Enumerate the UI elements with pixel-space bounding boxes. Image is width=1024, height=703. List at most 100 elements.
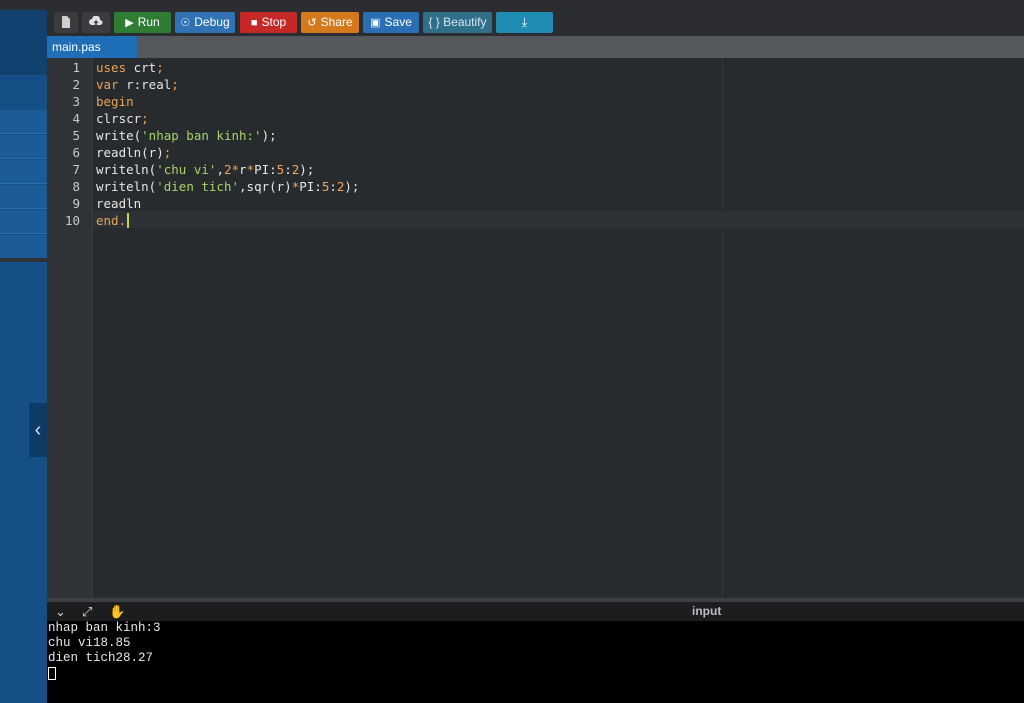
console-line: nhap ban kinh:3: [48, 621, 161, 635]
code-token: ;: [171, 77, 179, 92]
chevron-left-icon: ‹: [34, 419, 42, 441]
code-line[interactable]: uses crt;: [96, 59, 164, 76]
run-button[interactable]: ▶ Run: [114, 12, 171, 33]
sidebar-header: [0, 10, 47, 75]
beautify-button[interactable]: { } Beautify: [423, 12, 492, 33]
code-token: ;: [156, 60, 164, 75]
code-token: var: [96, 77, 119, 92]
code-token: *: [246, 162, 255, 177]
line-number: 10: [64, 213, 80, 228]
output-console[interactable]: nhap ban kinh:3 chu vi18.85 dien tich28.27: [47, 621, 1024, 703]
line-number: 5: [72, 128, 80, 143]
code-line[interactable]: writeln('chu vi',2*r*PI:5:2);: [96, 161, 314, 178]
code-token: writeln(: [96, 162, 157, 177]
code-token: 'dien tich': [156, 179, 240, 194]
toolbar: ▶ Run ☉ Debug ■ Stop ↺ Share ▣ Save { } Beaut…: [47, 10, 1024, 36]
hand-icon[interactable]: ✋: [109, 603, 125, 620]
code-token: readln: [96, 196, 142, 211]
code-token: r: [239, 162, 247, 177]
code-line[interactable]: clrscr;: [96, 110, 149, 127]
code-token: writeln(: [96, 179, 157, 194]
code-token: ;: [141, 111, 149, 126]
upload-icon: [89, 15, 103, 26]
code-token: ,sqr(r): [239, 179, 292, 194]
code-token: :: [329, 179, 337, 194]
chevron-down-icon[interactable]: ⌄: [55, 603, 66, 620]
code-token: begin: [96, 94, 134, 109]
code-token: );: [261, 128, 277, 143]
code-line[interactable]: end.: [96, 212, 130, 229]
input-label: input: [692, 604, 722, 618]
code-line[interactable]: readln: [96, 195, 141, 212]
code-line[interactable]: writeln('dien tich',sqr(r)*PI:5:2);: [96, 178, 359, 195]
sidebar: [0, 10, 47, 703]
code-token: readln(r): [96, 145, 164, 160]
sidebar-item[interactable]: [0, 160, 47, 184]
upload-button[interactable]: [82, 12, 110, 33]
code-token: write(: [96, 128, 142, 143]
sidebar-divider: [0, 258, 47, 262]
code-token: clrscr: [96, 111, 142, 126]
console-line: dien tich28.27: [48, 651, 154, 665]
tab-bar: main.pas: [47, 36, 1024, 58]
line-number: 6: [72, 145, 80, 160]
code-token: .: [118, 213, 127, 228]
code-token: uses: [96, 60, 127, 75]
code-line[interactable]: write('nhap ban kinh:');: [96, 127, 277, 144]
sidebar-item[interactable]: [0, 185, 47, 209]
stop-button[interactable]: ■ Stop: [240, 12, 297, 33]
debug-button[interactable]: ☉ Debug: [175, 12, 235, 33]
code-token: r:real: [118, 77, 172, 92]
sidebar-item[interactable]: [0, 135, 47, 159]
code-token: ,: [216, 162, 224, 177]
print-margin: [722, 58, 723, 598]
active-line-highlight: [94, 211, 1024, 228]
top-strip: [0, 0, 1024, 10]
sidebar-item[interactable]: [0, 210, 47, 234]
code-token: PI:: [299, 179, 322, 194]
download-button[interactable]: ⤓: [496, 12, 553, 33]
code-token: 'chu vi': [156, 162, 217, 177]
code-token: 2: [223, 162, 232, 177]
line-number: 9: [72, 196, 80, 211]
text-cursor: [127, 213, 130, 228]
stop-icon: ■: [250, 17, 258, 29]
code-token: crt: [126, 60, 157, 75]
line-number: 2: [72, 77, 80, 92]
code-line[interactable]: var r:real;: [96, 76, 179, 93]
line-number: 1: [72, 60, 80, 75]
output-header: ⌄ ⤢ ✋ input: [47, 602, 1024, 621]
line-number-gutter: 1 2 3 4 5 6 7 8 9 10: [47, 58, 93, 598]
line-number: 7: [72, 162, 80, 177]
code-token: PI:: [254, 162, 277, 177]
file-icon: [62, 16, 70, 28]
tab-main-pas[interactable]: main.pas: [47, 36, 137, 58]
save-button[interactable]: ▣ Save: [363, 12, 419, 33]
share-icon: ↺: [307, 17, 317, 29]
code-token: *: [231, 162, 240, 177]
console-cursor: [48, 667, 56, 680]
collapse-sidebar-button[interactable]: ‹: [29, 403, 47, 457]
code-line[interactable]: begin: [96, 93, 134, 110]
code-editor[interactable]: 1 2 3 4 5 6 7 8 9 10 uses crt; var r:real; begin clr…: [47, 58, 1024, 598]
save-icon: ▣: [370, 17, 381, 29]
console-line: chu vi18.85: [48, 636, 131, 650]
code-token: 'nhap ban kinh:': [141, 128, 262, 143]
download-icon: ⤓: [521, 15, 528, 29]
debug-icon: ☉: [180, 17, 191, 29]
code-token: ;: [163, 145, 172, 160]
line-number: 8: [72, 179, 80, 194]
sidebar-item[interactable]: [0, 110, 47, 134]
code-token: );: [344, 179, 360, 194]
sidebar-item[interactable]: [0, 235, 47, 259]
line-number: 4: [72, 111, 80, 126]
play-icon: ▶: [125, 17, 134, 29]
new-file-button[interactable]: [54, 12, 78, 33]
code-line[interactable]: readln(r);: [96, 144, 171, 161]
line-number: 3: [72, 94, 80, 109]
code-token: :: [284, 162, 292, 177]
code-token: end: [96, 213, 119, 228]
code-token: );: [299, 162, 315, 177]
expand-icon[interactable]: ⤢: [82, 603, 92, 620]
share-button[interactable]: ↺ Share: [301, 12, 359, 33]
